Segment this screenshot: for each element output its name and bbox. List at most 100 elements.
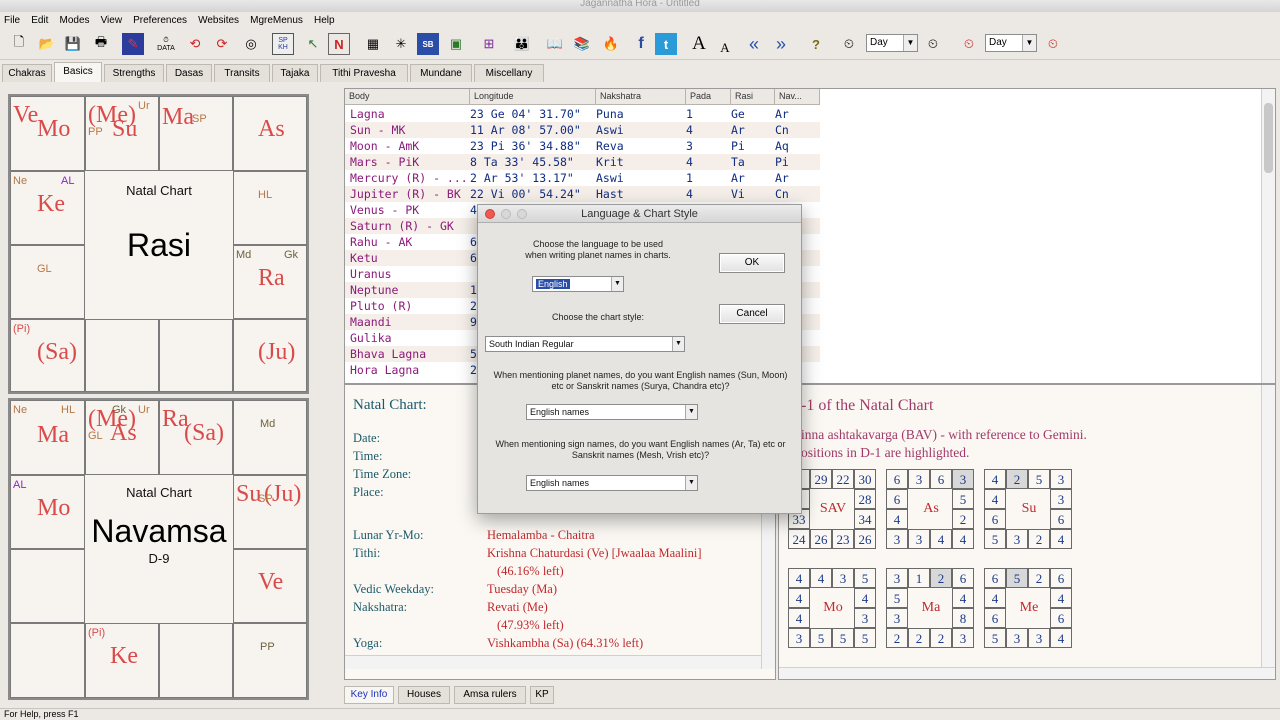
- navamsa-chart[interactable]: Ne HL Ma (Me) As Gk Ur GL Ra (Sa) Md AL …: [8, 398, 309, 700]
- rasi-house-libra[interactable]: [159, 319, 233, 392]
- rasi-house-gemini[interactable]: As: [233, 96, 307, 171]
- time-forward-icon[interactable]: ⟳: [211, 33, 233, 55]
- square-icon[interactable]: ▣: [445, 33, 467, 55]
- tab-dasas[interactable]: Dasas: [166, 64, 212, 82]
- column-header[interactable]: Nakshatra: [596, 89, 686, 105]
- clock-back-icon[interactable]: ⏲: [838, 33, 860, 55]
- rasi-house-scorpio[interactable]: [85, 319, 159, 392]
- navamsa-house-aries[interactable]: (Me) As Gk Ur GL: [85, 400, 159, 475]
- rasi-house-leo[interactable]: Md Gk Ra: [233, 245, 307, 319]
- language-select[interactable]: English ▼: [532, 276, 624, 292]
- rasi-house-aquarius[interactable]: Ne AL Ke: [10, 171, 85, 245]
- column-header[interactable]: Longitude: [470, 89, 596, 105]
- print-icon[interactable]: 🖶: [90, 33, 112, 55]
- table-row[interactable]: Mercury (R) - ... 2 Ar 53' 13.17" Aswi 1 Ar A…: [345, 170, 820, 186]
- book-icon[interactable]: 📖: [544, 33, 566, 55]
- people-icon[interactable]: 👪: [511, 33, 533, 55]
- planet-names-select[interactable]: English names ▼: [526, 404, 698, 420]
- tab-kp[interactable]: KP: [530, 686, 554, 704]
- close-icon[interactable]: [485, 209, 495, 219]
- fire-icon[interactable]: 🔥: [600, 33, 622, 55]
- menu-view[interactable]: View: [97, 12, 127, 29]
- table-row[interactable]: Jupiter (R) - BK 22 Vi 00' 54.24" Hast 4 Vi C…: [345, 186, 820, 202]
- time-back-icon[interactable]: ⟲: [184, 33, 206, 55]
- rasi-house-pisces[interactable]: Ve Mo: [10, 96, 85, 171]
- chart-edit-icon[interactable]: ✎: [122, 33, 144, 55]
- column-header[interactable]: Nav...: [775, 89, 820, 105]
- menu-preferences[interactable]: Preferences: [129, 12, 191, 29]
- sign-names-select[interactable]: English names ▼: [526, 475, 698, 491]
- rasi-house-taurus[interactable]: Ma SP: [159, 96, 233, 171]
- table-grid-icon[interactable]: ⊞: [478, 33, 500, 55]
- navamsa-house-libra[interactable]: [159, 623, 233, 698]
- save-icon[interactable]: 💾: [62, 33, 84, 55]
- vertical-scrollbar[interactable]: [1261, 385, 1275, 667]
- ok-button[interactable]: OK: [719, 253, 785, 273]
- tab-miscellany[interactable]: Miscellany: [474, 64, 544, 82]
- navamsa-house-taurus[interactable]: Ra (Sa): [159, 400, 233, 475]
- rasi-house-aries[interactable]: (Me) Su Ur PP: [85, 96, 159, 171]
- rasi-house-sagittarius[interactable]: (Pi) (Sa): [10, 319, 85, 392]
- menu-help[interactable]: Help: [310, 12, 339, 29]
- sun-icon[interactable]: ✳: [390, 33, 412, 55]
- twitter-icon[interactable]: t: [655, 33, 677, 55]
- navamsa-house-scorpio[interactable]: (Pi) Ke: [85, 623, 159, 698]
- navamsa-house-virgo[interactable]: PP: [233, 623, 307, 698]
- minimize-icon[interactable]: [501, 209, 511, 219]
- table-row[interactable]: Lagna 23 Ge 04' 31.70" Puna 1 Ge Ar: [345, 106, 820, 122]
- new-file-icon[interactable]: 🗋: [8, 33, 30, 55]
- cancel-button[interactable]: Cancel: [719, 304, 785, 324]
- rasi-chart[interactable]: Ve Mo (Me) Su Ur PP Ma SP As Ne AL Ke GL…: [8, 94, 309, 394]
- clock-forward-red-icon[interactable]: ⏲: [1042, 33, 1064, 55]
- tab-mundane[interactable]: Mundane: [410, 64, 472, 82]
- step-unit-select-2[interactable]: Day ▼: [985, 34, 1037, 52]
- tab-chakras[interactable]: Chakras: [2, 64, 52, 82]
- table-scrollbar[interactable]: [1261, 89, 1275, 383]
- navamsa-house-capricorn[interactable]: [10, 549, 85, 623]
- scrollbar-thumb[interactable]: [1264, 103, 1273, 173]
- menu-edit[interactable]: Edit: [27, 12, 52, 29]
- tab-key-info[interactable]: Key Info: [344, 686, 394, 704]
- tab-tithi-pravesha[interactable]: Tithi Pravesha: [320, 64, 408, 82]
- help-icon[interactable]: ?: [805, 33, 827, 55]
- horizontal-scrollbar[interactable]: [779, 667, 1275, 679]
- font-larger-icon[interactable]: A: [688, 33, 710, 55]
- horizontal-scrollbar[interactable]: [345, 655, 775, 669]
- navamsa-house-gemini[interactable]: Md: [233, 400, 307, 475]
- menu-mgremenus[interactable]: MgreMenus: [246, 12, 307, 29]
- sp-kh-icon[interactable]: SP KH: [272, 33, 294, 55]
- menu-modes[interactable]: Modes: [55, 12, 93, 29]
- clock-back-red-icon[interactable]: ⏲: [958, 33, 980, 55]
- tab-tajaka[interactable]: Tajaka: [272, 64, 318, 82]
- navamsa-house-aquarius[interactable]: AL Mo: [10, 475, 85, 549]
- font-smaller-icon[interactable]: A: [714, 37, 736, 59]
- column-header[interactable]: Rasi: [731, 89, 775, 105]
- column-header[interactable]: Body: [345, 89, 470, 105]
- chart-style-select[interactable]: South Indian Regular ▼: [485, 336, 685, 352]
- rasi-house-capricorn[interactable]: GL: [10, 245, 85, 319]
- rasi-house-cancer[interactable]: HL: [233, 171, 307, 245]
- table-row[interactable]: Sun - MK 11 Ar 08' 57.00" Aswi 4 Ar Cn: [345, 122, 820, 138]
- clock-forward-icon[interactable]: ⏲: [922, 33, 944, 55]
- chevrons-left-icon[interactable]: «: [743, 33, 765, 55]
- tab-amsa-rulers[interactable]: Amsa rulers: [454, 686, 526, 704]
- column-header[interactable]: Pada: [686, 89, 731, 105]
- navamsa-house-pisces[interactable]: Ne HL Ma: [10, 400, 85, 475]
- navamsa-house-leo[interactable]: Ve: [233, 549, 307, 623]
- globe-icon[interactable]: ◎: [240, 33, 262, 55]
- table-row[interactable]: Moon - AmK 23 Pi 36' 34.88" Reva 3 Pi Aq: [345, 138, 820, 154]
- navamsa-house-cancer[interactable]: Su (Ju) SP: [233, 475, 307, 549]
- tab-basics[interactable]: Basics: [54, 62, 102, 82]
- grid-icon[interactable]: ▦: [362, 33, 384, 55]
- chevrons-right-icon[interactable]: »: [770, 33, 792, 55]
- sb-icon[interactable]: SB: [417, 33, 439, 55]
- step-unit-select-1[interactable]: Day ▼: [866, 34, 918, 52]
- open-folder-icon[interactable]: 📂: [36, 33, 58, 55]
- rasi-house-virgo[interactable]: (Ju): [233, 319, 307, 392]
- tab-houses[interactable]: Houses: [398, 686, 450, 704]
- data-clock-icon[interactable]: ⏱ DATA: [155, 33, 177, 55]
- menu-websites[interactable]: Websites: [194, 12, 243, 29]
- maximize-icon[interactable]: [517, 209, 527, 219]
- menu-file[interactable]: File: [0, 12, 24, 29]
- arrow-k-icon[interactable]: ↖: [302, 33, 324, 55]
